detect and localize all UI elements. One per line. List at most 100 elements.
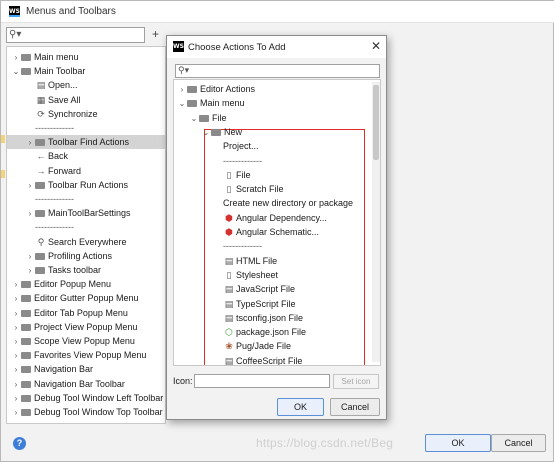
tree-row-label: Debug Tool Window Left Toolbar	[34, 392, 164, 403]
folder-icon	[35, 139, 45, 147]
tree-row[interactable]: ⬡ package.json File	[213, 325, 306, 339]
tree-row[interactable]: → Forward	[25, 164, 82, 178]
outer-actions-tree[interactable]: › Main menu ⌄ Main Toolbar ▤ Open... ▦ Save All…	[6, 46, 166, 424]
tree-row[interactable]: Project...	[213, 139, 259, 153]
action-icon: ⟳	[37, 108, 45, 119]
tree-row-label: Main menu	[34, 52, 79, 62]
tree-row[interactable]: ⌄ Main Toolbar	[11, 64, 86, 79]
tree-row[interactable]: › Navigation Bar	[11, 362, 93, 376]
chevron-right-icon[interactable]: ›	[25, 136, 35, 150]
tree-row[interactable]: ⌄ File	[189, 111, 227, 125]
tree-row[interactable]: ▯ Scratch File	[213, 182, 284, 196]
tree-row[interactable]: › Tasks toolbar	[25, 263, 101, 277]
chevron-right-icon[interactable]: ›	[11, 321, 21, 335]
set-icon-button[interactable]: Set icon	[333, 374, 379, 389]
tree-row-label: Project View Popup Menu	[34, 321, 138, 332]
chevron-right-icon[interactable]: ›	[11, 51, 21, 65]
chevron-right-icon[interactable]: ›	[11, 278, 21, 292]
tree-row[interactable]: ▤ Open...	[25, 78, 78, 92]
tree-row[interactable]: ⬢ Angular Dependency...	[213, 211, 327, 225]
tree-row[interactable]: ▤ TypeScript File	[213, 297, 296, 311]
tree-row[interactable]: ← Back	[25, 149, 69, 163]
tree-row-label: -------------	[223, 155, 262, 166]
tree-row[interactable]: › Navigation Bar Toolbar	[11, 377, 125, 391]
tree-row[interactable]: › Debug Tool Window Top Toolbar	[11, 405, 163, 419]
tree-row-label: Editor Gutter Popup Menu	[34, 293, 139, 304]
add-icon[interactable]: +	[152, 27, 159, 41]
chevron-right-icon[interactable]: ›	[11, 349, 21, 363]
separator-row[interactable]: -------------	[25, 192, 74, 206]
tree-row[interactable]: ❀ Pug/Jade File	[213, 339, 291, 353]
dialog-actions-tree[interactable]: › Editor Actions ⌄ Main menu ⌄ File ⌄ New Projec…	[173, 79, 381, 366]
chevron-down-icon[interactable]: ⌄	[11, 65, 21, 79]
chevron-right-icon[interactable]: ›	[25, 264, 35, 278]
tree-row[interactable]: ⚲ Search Everywhere	[25, 235, 127, 249]
chevron-down-icon[interactable]: ⌄	[201, 126, 211, 140]
html-file-icon: ▤	[224, 255, 234, 266]
separator-row[interactable]: -------------	[25, 121, 74, 135]
tree-row[interactable]: › Toolbar Find Actions	[7, 135, 165, 150]
chevron-down-icon[interactable]: ⌄	[189, 112, 199, 126]
separator-row[interactable]: -------------	[25, 220, 74, 234]
tree-row[interactable]: › Editor Popup Menu	[11, 277, 111, 291]
tree-row[interactable]: ▤ JavaScript File	[213, 282, 295, 296]
tree-row[interactable]: ⌄ New	[201, 125, 242, 139]
outer-ok-button[interactable]: OK	[425, 434, 491, 452]
dialog-scrollbar-thumb[interactable]	[373, 85, 379, 160]
tree-row[interactable]: ▯ Stylesheet	[213, 268, 279, 282]
outer-cancel-button[interactable]: Cancel	[491, 434, 546, 452]
tree-row[interactable]: › Profiling Actions	[25, 249, 112, 263]
tree-row[interactable]: ⟳ Synchronize	[25, 107, 97, 121]
tree-row[interactable]: ▯ File	[213, 168, 251, 182]
dialog-search-input[interactable]: ⚲▾	[175, 64, 380, 78]
tree-row[interactable]: › Editor Tab Popup Menu	[11, 306, 128, 320]
angular-icon: ⬢	[225, 227, 233, 237]
separator-row[interactable]: -------------	[213, 239, 262, 253]
tree-row[interactable]: › Project View Popup Menu	[11, 320, 138, 335]
chevron-right-icon[interactable]: ›	[11, 292, 21, 306]
tree-row-label: Navigation Bar Toolbar	[34, 378, 125, 389]
chevron-right-icon[interactable]: ›	[11, 307, 21, 321]
folder-icon	[187, 100, 197, 108]
chevron-right-icon[interactable]: ›	[11, 406, 21, 420]
tree-row-label: tsconfig.json File	[236, 312, 304, 323]
outer-search-input[interactable]: ⚲▾	[6, 27, 145, 43]
help-icon[interactable]: ?	[13, 437, 26, 450]
tree-row[interactable]: › Main menu	[11, 50, 79, 64]
dialog-ok-button[interactable]: OK	[277, 398, 324, 416]
tree-row[interactable]: › Toolbar Run Actions	[25, 178, 128, 192]
side-marker	[1, 170, 5, 178]
tree-row[interactable]: ▤ HTML File	[213, 254, 277, 268]
action-icon: ▤	[36, 80, 46, 91]
tree-row-label: Tasks toolbar	[48, 265, 102, 275]
tree-row-label: -------------	[35, 222, 74, 233]
tree-row-label: Scratch File	[236, 184, 284, 195]
tree-row[interactable]: ⬢ Angular Schematic...	[213, 225, 319, 239]
tree-row[interactable]: ▤ CoffeeScript File	[213, 354, 303, 365]
icon-path-input[interactable]: ▬	[194, 374, 351, 388]
dialog-cancel-button[interactable]: Cancel	[330, 398, 380, 416]
close-icon[interactable]: ✕	[371, 39, 381, 53]
tree-row[interactable]: Create new directory or package	[213, 196, 353, 210]
tree-row[interactable]: › Scope View Popup Menu	[11, 334, 135, 348]
chevron-right-icon[interactable]: ›	[177, 83, 187, 97]
tree-row[interactable]: ▦ Save All	[25, 93, 81, 107]
tree-row[interactable]: › Editor Gutter Popup Menu	[11, 291, 139, 305]
tree-row[interactable]: › Favorites View Popup Menu	[11, 348, 147, 363]
tree-row[interactable]: ⌄ Main menu	[177, 96, 245, 110]
chevron-right-icon[interactable]: ›	[11, 392, 21, 406]
chevron-right-icon[interactable]: ›	[25, 207, 35, 221]
chevron-right-icon[interactable]: ›	[25, 179, 35, 193]
chevron-right-icon[interactable]: ›	[11, 335, 21, 349]
chevron-down-icon[interactable]: ⌄	[177, 97, 187, 111]
tree-row[interactable]: › Editor Actions	[177, 82, 255, 96]
tree-row[interactable]: › MainToolBarSettings	[25, 206, 131, 220]
chevron-right-icon[interactable]: ›	[11, 363, 21, 377]
chevron-right-icon[interactable]: ›	[25, 250, 35, 264]
tree-row-label: Pug/Jade File	[236, 341, 292, 352]
separator-row[interactable]: -------------	[213, 154, 262, 168]
tree-row[interactable]: ▤ tsconfig.json File	[213, 311, 303, 325]
chevron-right-icon[interactable]: ›	[11, 378, 21, 392]
tree-row[interactable]: › Debug Tool Window Left Toolbar	[11, 391, 164, 406]
folder-icon	[21, 352, 31, 360]
